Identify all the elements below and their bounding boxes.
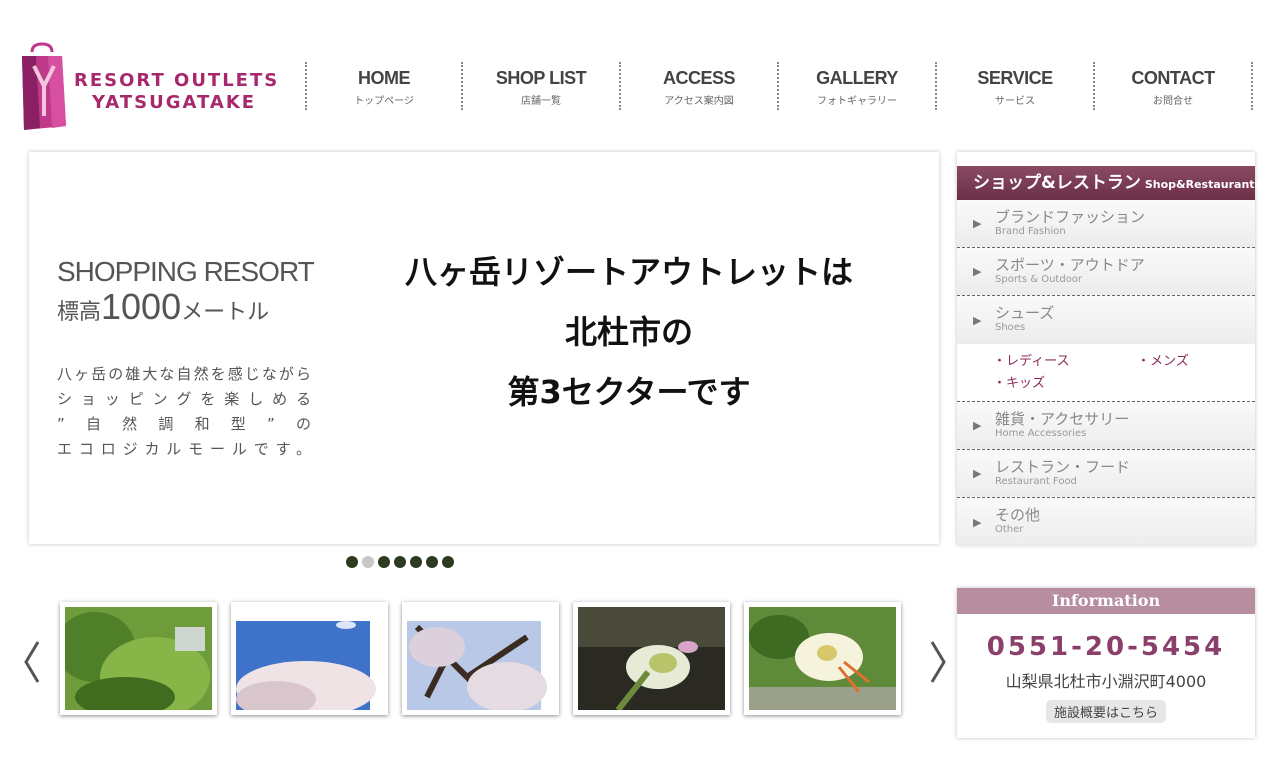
gallery-thumbnails	[55, 602, 901, 717]
category-label-en: Other	[995, 524, 1024, 535]
slider-dot[interactable]	[426, 556, 438, 568]
site-logo[interactable]: RESORT OUTLETS YATSUGATAKE	[18, 42, 288, 134]
nav-access[interactable]: ACCESS アクセス案内図	[621, 62, 779, 110]
slider-dot[interactable]	[442, 556, 454, 568]
cherry-blossom-sky-photo	[236, 607, 383, 717]
brand-name: RESORT OUTLETS YATSUGATAKE	[74, 70, 279, 114]
nav-gallery[interactable]: GALLERY フォトギャラリー	[779, 62, 937, 110]
slider-dot[interactable]	[362, 556, 374, 568]
category-restaurant-food[interactable]: ▶ レストラン・フード Restaurant Food	[957, 450, 1255, 498]
category-label-en: Shoes	[995, 322, 1026, 333]
category-brand-fashion[interactable]: ▶ ブランドファッション Brand Fashion	[957, 200, 1255, 248]
chevron-right-icon[interactable]	[928, 640, 948, 684]
category-label: シューズ	[995, 304, 1055, 322]
category-label: スポーツ・アウトドア	[995, 255, 1145, 274]
slider-dot[interactable]	[410, 556, 422, 568]
nav-home[interactable]: HOME トップページ	[305, 62, 463, 110]
category-home-accessories[interactable]: ▶ 雑貨・アクセサリー Home Accessories	[957, 402, 1255, 450]
nav-sublabel: フォトギャラリー	[817, 96, 897, 107]
shop-category-sidebar: ショップ&レストラン Shop&Restaurants ▶ ブランドファッション B…	[957, 152, 1261, 546]
gallery-thumb-trees[interactable]	[55, 602, 217, 717]
shoes-ladies-link[interactable]: ・レディース	[993, 350, 1069, 369]
green-trees-photo	[55, 607, 212, 717]
amaryllis-flower-photo	[578, 607, 725, 712]
hero-description: 八ヶ岳の雄大な自然を感じながら ショッピングを楽しめる ”自然調和型”の エコロ…	[57, 362, 311, 462]
hero-desc-line: ”自然調和型”の	[57, 415, 311, 433]
gallery-thumb-blossom-branches[interactable]	[402, 602, 559, 715]
facility-overview-link[interactable]: 施設概要はこちら	[1045, 700, 1166, 723]
slider-dot[interactable]	[346, 556, 358, 568]
phone-number: 0551-20-5454	[986, 632, 1226, 662]
shoes-mens-link[interactable]: ・メンズ	[1137, 350, 1189, 369]
elevation-suffix: メートル	[181, 300, 270, 325]
nav-contact[interactable]: CONTACT お問合せ	[1095, 62, 1253, 110]
hero-headline-line: 第3セクターです	[507, 373, 751, 411]
nav-label: GALLERY	[816, 68, 898, 88]
slider-dot[interactable]	[378, 556, 390, 568]
triangle-right-icon: ▶	[973, 313, 982, 327]
brand-line2: YATSUGATAKE	[92, 92, 257, 113]
nav-sublabel: 店舗一覧	[521, 96, 561, 107]
category-label-en: Brand Fashion	[995, 225, 1066, 237]
gallery-thumb-blossom-sky[interactable]	[231, 602, 388, 717]
shoes-kids-link[interactable]: ・キッズ	[993, 372, 1045, 391]
elevation-number: 1000	[101, 286, 182, 327]
chevron-left-icon[interactable]	[22, 640, 42, 684]
slider-dot[interactable]	[394, 556, 406, 568]
information-title: Information	[957, 588, 1255, 614]
nav-label: HOME	[358, 68, 411, 88]
triangle-right-icon: ▶	[973, 515, 982, 529]
sidebar-title: ショップ&レストラン	[973, 173, 1141, 193]
hero-tagline: SHOPPING RESORT	[57, 256, 315, 287]
main-nav: HOME トップページ SHOP LIST 店舗一覧 ACCESS アクセス案内図 G…	[305, 62, 1253, 112]
nav-label: SERVICE	[977, 68, 1053, 88]
hero-desc-line: ショッピングを楽しめる	[57, 390, 311, 408]
category-label-en: Restaurant Food	[995, 475, 1077, 487]
gallery-thumb-lily[interactable]	[744, 602, 901, 715]
triangle-right-icon: ▶	[973, 217, 982, 230]
category-label-en: Sports & Outdoor	[995, 273, 1083, 285]
category-label: 雑貨・アクセサリー	[995, 409, 1130, 428]
hero-tagline-block: SHOPPING RESORT 標高1000メートル 八ヶ岳の雄大な自然を感じな…	[57, 256, 317, 462]
shoes-subcategories: ・レディース ・メンズ ・キッズ	[957, 344, 1255, 402]
hero-headline-line: 北杜市の	[564, 313, 693, 351]
category-other[interactable]: ▶ その他 Other	[957, 498, 1255, 546]
nav-shop-list[interactable]: SHOP LIST 店舗一覧	[463, 62, 621, 110]
nav-sublabel: アクセス案内図	[664, 96, 734, 107]
triangle-right-icon: ▶	[973, 419, 982, 432]
hero-headline-line: 八ヶ岳リゾートアウトレットは	[404, 253, 853, 291]
nav-label: CONTACT	[1131, 68, 1215, 88]
address: 山梨県北杜市小淵沢町4000	[1005, 672, 1207, 691]
category-label: レストラン・フード	[995, 457, 1131, 476]
hero-headline: 八ヶ岳リゾートアウトレットは 北杜市の 第3セクターです	[369, 242, 889, 422]
hero-desc-line: エコロジカルモールです。	[57, 440, 311, 458]
category-shoes[interactable]: ▶ シューズ Shoes	[957, 296, 1255, 344]
gallery-thumb-amaryllis[interactable]	[573, 602, 730, 715]
nav-label: ACCESS	[662, 68, 736, 88]
information-box: Information 0551-20-5454 山梨県北杜市小淵沢町4000 …	[957, 588, 1255, 738]
category-sports-outdoor[interactable]: ▶ スポーツ・アウトドア Sports & Outdoor	[957, 248, 1255, 296]
triangle-right-icon: ▶	[973, 467, 982, 480]
category-label-en: Home Accessories	[995, 427, 1087, 439]
nav-sublabel: お問合せ	[1153, 96, 1193, 107]
nav-sublabel: トップページ	[354, 96, 414, 107]
category-label: その他	[995, 506, 1041, 524]
hero-slide[interactable]: SHOPPING RESORT 標高1000メートル 八ヶ岳の雄大な自然を感じな…	[29, 152, 939, 544]
sidebar-title-en: Shop&Restaurants	[1144, 178, 1262, 191]
nav-sublabel: サービス	[995, 96, 1035, 107]
elevation-prefix: 標高	[57, 300, 102, 325]
sidebar-header: ショップ&レストラン Shop&Restaurants	[957, 166, 1261, 200]
cherry-blossom-branches-photo	[407, 607, 554, 713]
brand-line1: RESORT OUTLETS	[74, 70, 280, 91]
category-label: ブランドファッション	[995, 207, 1146, 226]
hero-elevation: 標高1000メートル	[57, 286, 317, 328]
nav-service[interactable]: SERVICE サービス	[937, 62, 1095, 110]
slider-pagination	[346, 556, 454, 568]
hero-desc-line: 八ヶ岳の雄大な自然を感じながら	[57, 365, 311, 383]
spotted-lily-photo	[749, 607, 896, 710]
shopping-bag-icon	[22, 42, 66, 130]
triangle-right-icon: ▶	[973, 265, 982, 278]
nav-label: SHOP LIST	[495, 68, 587, 88]
